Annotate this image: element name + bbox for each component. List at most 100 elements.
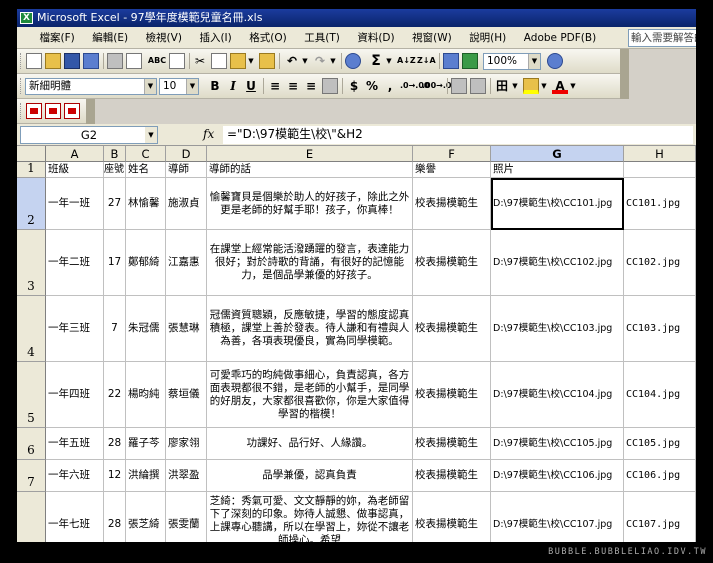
header-cell-seat[interactable]: 座號	[104, 162, 126, 178]
name-cell[interactable]: 張芝綺	[126, 492, 166, 542]
undo-dropdown-icon[interactable]: ▼	[301, 53, 309, 69]
menu-format[interactable]: 格式(O)	[242, 27, 293, 49]
row-header-1[interactable]: 1	[17, 161, 46, 178]
header-cell-teacher[interactable]: 導師	[166, 162, 207, 178]
header-cell-name[interactable]: 姓名	[126, 162, 166, 178]
sort-ascending-icon[interactable]: A↓Z	[397, 53, 416, 69]
seat-cell[interactable]: 28	[104, 492, 126, 542]
font-size-dropdown-icon[interactable]: ▼	[186, 79, 198, 94]
seat-cell[interactable]: 7	[104, 296, 126, 362]
name-box[interactable]: G2 ▼	[20, 126, 158, 144]
increase-indent-icon[interactable]	[470, 78, 486, 94]
seat-cell[interactable]: 12	[104, 460, 126, 492]
teacher-cell[interactable]: 施淑貞	[166, 178, 207, 230]
seat-cell[interactable]: 27	[104, 178, 126, 230]
convert-and-review-icon[interactable]	[64, 103, 80, 119]
toolbar-grip[interactable]	[20, 78, 23, 94]
paste-icon[interactable]	[230, 53, 246, 69]
photo-file-cell[interactable]: CC102.jpg	[624, 230, 696, 296]
name-cell[interactable]: 林愉馨	[126, 178, 166, 230]
help-search-box[interactable]: 輸入需要解答的問題	[628, 29, 696, 47]
column-header-g[interactable]: G	[491, 146, 624, 162]
seat-cell[interactable]: 28	[104, 428, 126, 460]
sort-descending-icon[interactable]: Z↓A	[417, 53, 436, 69]
autosum-dropdown-icon[interactable]: ▼	[385, 53, 393, 69]
photo-path-cell-selected[interactable]: D:\97模範生\校\CC101.jpg	[491, 178, 624, 230]
decrease-indent-icon[interactable]	[451, 78, 467, 94]
award-cell[interactable]: 校表揚模範生	[413, 178, 491, 230]
help-icon[interactable]	[547, 53, 563, 69]
award-cell[interactable]: 校表揚模範生	[413, 492, 491, 542]
bold-button[interactable]: B	[207, 78, 223, 94]
zoom-select[interactable]: 100% ▼	[483, 53, 541, 70]
borders-dropdown-icon[interactable]: ▼	[511, 78, 519, 94]
column-header-a[interactable]: A	[46, 146, 104, 162]
font-name-dropdown-icon[interactable]: ▼	[144, 79, 156, 94]
photo-path-cell[interactable]: D:\97模範生\校\CC104.jpg	[491, 362, 624, 428]
comment-cell[interactable]: 芝綺：秀氣可愛、文文靜靜的妳，為老師留下了深刻的印象。妳待人誠懇、做事認真，上課…	[207, 492, 413, 542]
award-cell[interactable]: 校表揚模範生	[413, 362, 491, 428]
column-header-h[interactable]: H	[624, 146, 696, 162]
menu-view[interactable]: 檢視(V)	[139, 27, 189, 49]
format-painter-icon[interactable]	[259, 53, 275, 69]
fill-color-dropdown-icon[interactable]: ▼	[540, 78, 548, 94]
paste-dropdown-icon[interactable]: ▼	[247, 53, 255, 69]
research-icon[interactable]	[169, 53, 185, 69]
hyperlink-icon[interactable]	[345, 53, 361, 69]
column-header-c[interactable]: C	[126, 146, 166, 162]
menu-adobe-pdf[interactable]: Adobe PDF(B)	[517, 27, 603, 49]
print-preview-icon[interactable]	[126, 53, 142, 69]
menu-insert[interactable]: 插入(I)	[192, 27, 238, 49]
align-right-icon[interactable]: ≡	[303, 78, 319, 94]
comment-cell[interactable]: 功課好、品行好、人緣讚。	[207, 428, 413, 460]
teacher-cell[interactable]: 洪翠盈	[166, 460, 207, 492]
award-cell[interactable]: 校表揚模範生	[413, 230, 491, 296]
menu-tools[interactable]: 工具(T)	[297, 27, 347, 49]
header-cell-comment[interactable]: 導師的話	[207, 162, 413, 178]
open-icon[interactable]	[45, 53, 61, 69]
name-cell[interactable]: 羅子芩	[126, 428, 166, 460]
class-cell[interactable]: 一年七班	[46, 492, 104, 542]
convert-and-email-icon[interactable]	[45, 103, 61, 119]
photo-path-cell[interactable]: D:\97模範生\校\CC103.jpg	[491, 296, 624, 362]
decrease-decimal-icon[interactable]: .00→.0	[422, 78, 451, 94]
class-cell[interactable]: 一年六班	[46, 460, 104, 492]
comment-cell[interactable]: 在課堂上經常能活潑踴躍的發言，表達能力很好；對於詩歌的背誦，有很好的記憶能力，是…	[207, 230, 413, 296]
redo-icon[interactable]: ↷	[311, 53, 329, 69]
formula-input[interactable]: ="D:\97模範生\校\"&H2	[223, 126, 693, 144]
photo-file-cell[interactable]: CC101.jpg	[624, 178, 696, 230]
font-name-select[interactable]: 新細明體 ▼	[25, 78, 157, 95]
chart-wizard-icon[interactable]	[443, 53, 459, 69]
photo-file-cell[interactable]: CC105.jpg	[624, 428, 696, 460]
menu-file[interactable]: 檔案(F)	[33, 27, 82, 49]
row-header-3[interactable]: 3	[17, 230, 46, 296]
header-cell-award[interactable]: 樂譽	[413, 162, 491, 178]
align-center-icon[interactable]: ≡	[285, 78, 301, 94]
toolbar-options-icon[interactable]	[620, 49, 629, 74]
award-cell[interactable]: 校表揚模範生	[413, 460, 491, 492]
photo-path-cell[interactable]: D:\97模範生\校\CC105.jpg	[491, 428, 624, 460]
toolbar-options-icon[interactable]	[86, 99, 95, 124]
comment-cell[interactable]: 愉馨寶貝是個樂於助人的好孩子，除此之外更是老師的好幫手耶！孩子，你真棒！	[207, 178, 413, 230]
header-cell-h[interactable]	[624, 162, 696, 178]
column-header-f[interactable]: F	[413, 146, 491, 162]
percent-button[interactable]: %	[364, 78, 380, 94]
comment-cell[interactable]: 品學兼優，認真負責	[207, 460, 413, 492]
borders-icon[interactable]: 田	[494, 78, 510, 94]
photo-path-cell[interactable]: D:\97模範生\校\CC102.jpg	[491, 230, 624, 296]
permission-icon[interactable]	[83, 53, 99, 69]
photo-file-cell[interactable]: CC107.jpg	[624, 492, 696, 542]
redo-dropdown-icon[interactable]: ▼	[329, 53, 337, 69]
autosum-icon[interactable]: Σ	[367, 53, 385, 69]
toolbar-options-icon[interactable]	[620, 74, 629, 99]
teacher-cell[interactable]: 張慧琳	[166, 296, 207, 362]
currency-button[interactable]: $	[346, 78, 362, 94]
toolbar-grip[interactable]	[20, 103, 23, 119]
row-header-8[interactable]: 8	[17, 492, 46, 542]
save-icon[interactable]	[64, 53, 80, 69]
name-cell[interactable]: 朱冠儒	[126, 296, 166, 362]
print-icon[interactable]	[107, 53, 123, 69]
teacher-cell[interactable]: 蔡垣儀	[166, 362, 207, 428]
award-cell[interactable]: 校表揚模範生	[413, 428, 491, 460]
font-size-select[interactable]: 10 ▼	[159, 78, 199, 95]
